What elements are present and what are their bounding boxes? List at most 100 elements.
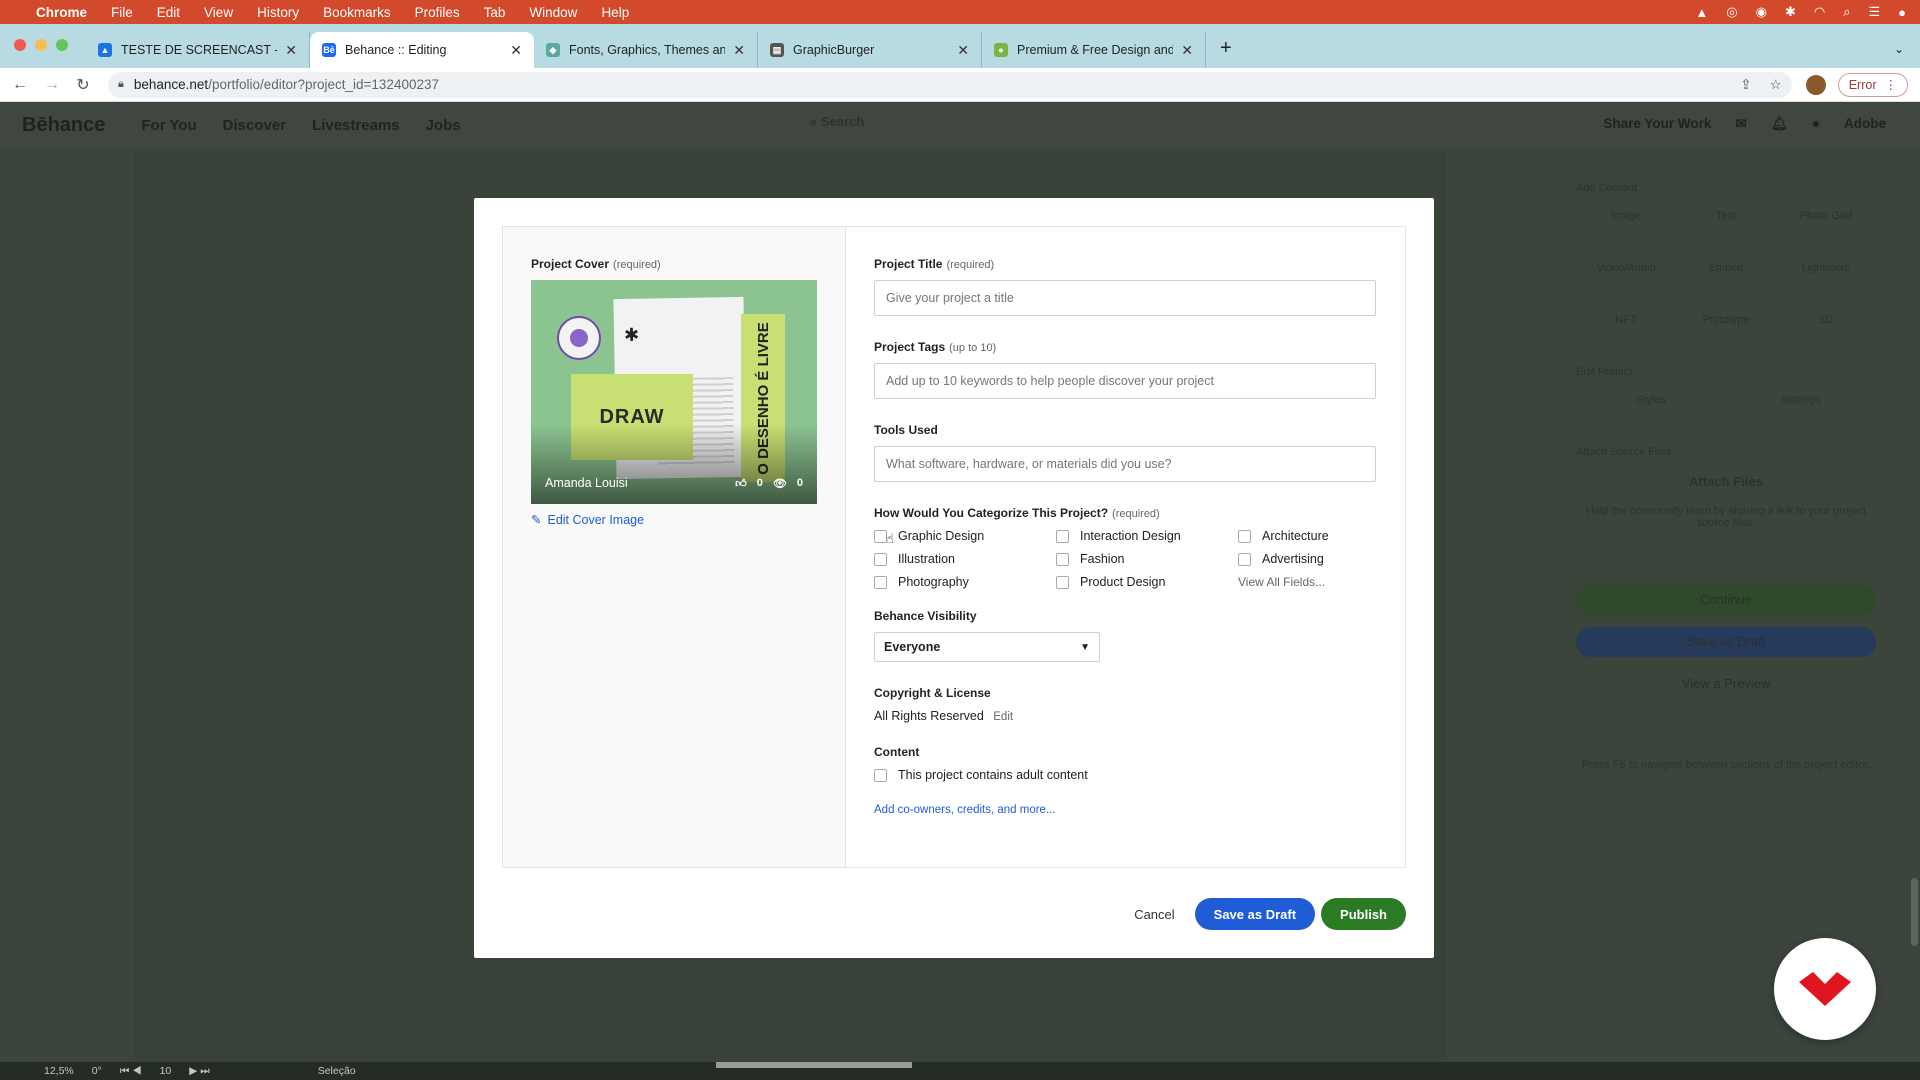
menu-edit[interactable]: Edit — [157, 5, 180, 20]
profile-avatar[interactable] — [1805, 74, 1826, 95]
project-title-input[interactable] — [874, 280, 1376, 316]
new-tab-icon[interactable]: + — [1206, 37, 1246, 68]
tab-graphicburger[interactable]: ▤ GraphicBurger ✕ — [758, 32, 982, 68]
share-icon[interactable]: ⇪ — [1740, 77, 1751, 93]
attach-files-button[interactable]: Attach Files — [1576, 474, 1876, 489]
view-preview-button[interactable]: View a Preview — [1576, 669, 1876, 699]
error-button[interactable]: Error ⋮ — [1837, 72, 1908, 97]
category-product-design[interactable]: Product Design — [1056, 575, 1238, 589]
wifi-icon[interactable]: ◠ — [1814, 4, 1825, 20]
adult-content-checkbox[interactable] — [874, 768, 887, 782]
checkbox[interactable] — [1238, 529, 1251, 543]
tools-used-input[interactable] — [874, 446, 1376, 482]
category-graphic-design[interactable]: Graphic Design — [874, 529, 1056, 543]
close-window-icon[interactable] — [14, 39, 26, 51]
checkbox[interactable] — [1056, 575, 1069, 589]
add-embed[interactable]: Embed — [1676, 262, 1776, 274]
adult-content-option[interactable]: This project contains adult content — [874, 768, 1378, 782]
minimize-window-icon[interactable] — [35, 39, 47, 51]
side-save-draft-button[interactable]: Save as Draft — [1576, 627, 1876, 657]
project-tags-input[interactable] — [874, 363, 1376, 399]
menu-window[interactable]: Window — [529, 5, 577, 20]
save-as-draft-button[interactable]: Save as Draft — [1194, 898, 1316, 930]
settings-button[interactable]: Settings — [1726, 394, 1876, 406]
reload-icon[interactable]: ↻ — [76, 75, 90, 95]
tab-premium-free-design[interactable]: ● Premium & Free Design and W ✕ — [982, 32, 1206, 68]
add-nft[interactable]: NFT — [1576, 314, 1676, 326]
close-tab-icon[interactable]: ✕ — [957, 42, 969, 59]
visibility-select[interactable]: Everyone ▼ — [874, 632, 1100, 662]
lock-icon[interactable]: 🔒︎ — [118, 78, 124, 91]
tab-screencast[interactable]: ▲ TESTE DE SCREENCAST - Goo ✕ — [86, 32, 310, 68]
category-fashion[interactable]: Fashion — [1056, 552, 1238, 566]
user-avatar[interactable]: ● — [1812, 116, 1820, 132]
behance-search[interactable]: ⌕ Search — [810, 114, 1190, 138]
checkbox[interactable] — [1056, 529, 1069, 543]
share-your-work-link[interactable]: Share Your Work — [1603, 116, 1711, 132]
checkbox[interactable] — [874, 552, 887, 566]
nav-for-you[interactable]: For You — [141, 117, 196, 134]
bluetooth-icon[interactable]: ✱ — [1785, 4, 1796, 20]
bookmark-star-icon[interactable]: ☆ — [1770, 77, 1782, 93]
checkbox[interactable] — [1056, 552, 1069, 566]
zoom-level[interactable]: 12,5% — [44, 1065, 74, 1077]
close-tab-icon[interactable]: ✕ — [733, 42, 745, 59]
add-coowners-link[interactable]: Add co-owners, credits, and more... — [874, 804, 1378, 816]
checkbox[interactable] — [1238, 552, 1251, 566]
nav-livestreams[interactable]: Livestreams — [312, 117, 400, 134]
close-tab-icon[interactable]: ✕ — [1181, 42, 1193, 59]
menu-tab[interactable]: Tab — [484, 5, 506, 20]
add-image[interactable]: Image — [1576, 210, 1676, 222]
nav-jobs[interactable]: Jobs — [426, 117, 461, 134]
category-interaction-design[interactable]: Interaction Design — [1056, 529, 1238, 543]
creative-cloud-icon[interactable]: ◎ — [1726, 4, 1737, 20]
rotation-angle[interactable]: 0° — [92, 1065, 102, 1077]
continue-button[interactable]: Continue — [1576, 585, 1876, 615]
styles-button[interactable]: Styles — [1576, 394, 1726, 406]
close-tab-icon[interactable]: ✕ — [510, 42, 522, 59]
notifications-icon[interactable]: 🔔︎ — [1771, 116, 1788, 132]
app-status-icon[interactable]: ▲ — [1695, 5, 1708, 20]
behance-logo[interactable]: Bēhance — [22, 114, 105, 137]
publish-button[interactable]: Publish — [1321, 898, 1406, 930]
tab-behance-editing[interactable]: Bē Behance :: Editing ✕ — [310, 32, 534, 68]
edit-cover-image-link[interactable]: ✎ Edit Cover Image — [531, 512, 817, 528]
category-architecture[interactable]: Architecture — [1238, 529, 1378, 543]
control-center-icon[interactable]: ☰ — [1868, 4, 1880, 20]
add-prototype[interactable]: Prototype — [1676, 314, 1776, 326]
add-photo-grid[interactable]: Photo Grid — [1776, 210, 1876, 222]
tab-fonts-graphics[interactable]: ◆ Fonts, Graphics, Themes and M ✕ — [534, 32, 758, 68]
back-arrow-icon[interactable]: ← — [12, 76, 28, 94]
copyright-edit-link[interactable]: Edit — [993, 711, 1013, 723]
menu-file[interactable]: File — [111, 5, 133, 20]
horizontal-scroll-thumb[interactable] — [716, 1062, 912, 1068]
menu-view[interactable]: View — [204, 5, 233, 20]
project-cover-image[interactable]: ✱ DRAW O DESENHO É LIVRE Amanda Louisi 👍… — [531, 280, 817, 504]
adobe-link[interactable]: Adobe — [1844, 116, 1886, 132]
category-photography[interactable]: Photography — [874, 575, 1056, 589]
view-all-fields-link[interactable]: View All Fields... — [1238, 575, 1378, 589]
app-status-icon-2[interactable]: ◉ — [1756, 4, 1767, 20]
page-scrollbar[interactable] — [1911, 878, 1918, 946]
menu-help[interactable]: Help — [601, 5, 629, 20]
page-number[interactable]: 10 — [160, 1065, 172, 1077]
add-3d[interactable]: 3D — [1776, 314, 1876, 326]
checkbox[interactable] — [874, 575, 887, 589]
close-tab-icon[interactable]: ✕ — [285, 42, 297, 59]
cancel-button[interactable]: Cancel — [1120, 907, 1188, 922]
zoom-window-icon[interactable] — [56, 39, 68, 51]
menu-chrome[interactable]: Chrome — [36, 5, 87, 20]
tab-search-chevron-icon[interactable]: ⌄ — [1894, 42, 1904, 68]
add-text[interactable]: Text — [1676, 210, 1776, 222]
siri-icon[interactable]: ● — [1898, 5, 1906, 20]
nav-discover[interactable]: Discover — [223, 117, 286, 134]
add-lightroom[interactable]: Lightroom — [1776, 262, 1876, 274]
spotlight-search-icon[interactable]: ⌕ — [1843, 4, 1850, 20]
menu-bookmarks[interactable]: Bookmarks — [323, 5, 391, 20]
page-nav-icon[interactable]: ⏮ ◀ — [120, 1065, 142, 1078]
mail-icon[interactable]: ✉ — [1735, 116, 1746, 132]
category-advertising[interactable]: Advertising — [1238, 552, 1378, 566]
menu-profiles[interactable]: Profiles — [415, 5, 460, 20]
menu-history[interactable]: History — [257, 5, 299, 20]
add-video-audio[interactable]: Video/Audio — [1576, 262, 1676, 274]
